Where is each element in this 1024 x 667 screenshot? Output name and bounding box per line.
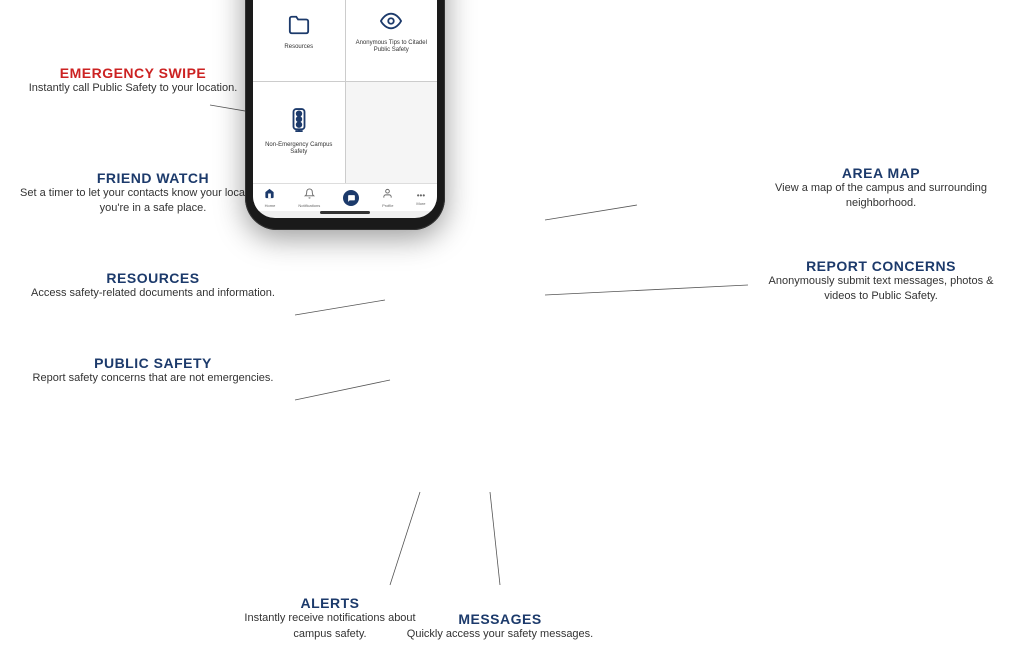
profile-nav-label: Profile [382, 203, 393, 208]
traffic-light-icon [288, 108, 310, 138]
grid-cell-empty [346, 82, 438, 183]
more-nav-label: More [416, 201, 425, 206]
public-safety-annotation: PUBLIC SAFETY Report safety concerns tha… [18, 355, 288, 386]
messages-annotation: MESSAGES Quickly access your safety mess… [400, 611, 600, 642]
notifications-nav-label: Notifications [298, 203, 320, 208]
nav-notifications[interactable]: Notifications [298, 188, 320, 208]
phone-mockup: 9:05 ⌘ ▮ Bulldog Alert 📞 » [245, 0, 445, 230]
home-indicator [320, 211, 370, 214]
grid-cell-resources[interactable]: Resources [253, 0, 345, 81]
emergency-swipe-annotation: EMERGENCY SWIPE Instantly call Public Sa… [18, 65, 248, 96]
nav-profile[interactable]: Profile [382, 188, 393, 208]
resources-annotation: RESOURCES Access safety-related document… [18, 270, 288, 301]
phone-screen: 9:05 ⌘ ▮ Bulldog Alert 📞 » [253, 0, 437, 218]
nav-more[interactable]: ••• More [416, 191, 425, 206]
phone-outer: 9:05 ⌘ ▮ Bulldog Alert 📞 » [245, 0, 445, 230]
more-nav-icon: ••• [417, 191, 425, 200]
anonymous-tips-label: Anonymous Tips to Citadel Public Safety [350, 40, 434, 54]
app-grid: Friend Watch Area Map [253, 0, 437, 183]
bell-nav-icon [304, 188, 315, 202]
eye-icon [380, 10, 402, 36]
area-map-annotation: AREA MAP View a map of the campus and su… [756, 165, 1006, 212]
grid-cell-campus-safety[interactable]: Non-Emergency Campus Safety [253, 82, 345, 183]
folder-icon [288, 14, 310, 40]
resources-label: Resources [284, 44, 313, 51]
connector-lines [0, 0, 1024, 667]
nav-home[interactable]: Home [264, 188, 275, 208]
report-concerns-annotation: REPORT CONCERNS Anonymously submit text … [756, 258, 1006, 305]
message-nav-icon [343, 190, 359, 206]
home-nav-label: Home [265, 203, 276, 208]
bottom-nav: Home Notifications Pr [253, 183, 437, 211]
person-nav-icon [382, 188, 393, 202]
nav-messages[interactable] [343, 190, 359, 206]
grid-cell-anonymous-tips[interactable]: Anonymous Tips to Citadel Public Safety [346, 0, 438, 81]
home-nav-icon [264, 188, 275, 202]
campus-safety-label: Non-Emergency Campus Safety [257, 142, 341, 156]
